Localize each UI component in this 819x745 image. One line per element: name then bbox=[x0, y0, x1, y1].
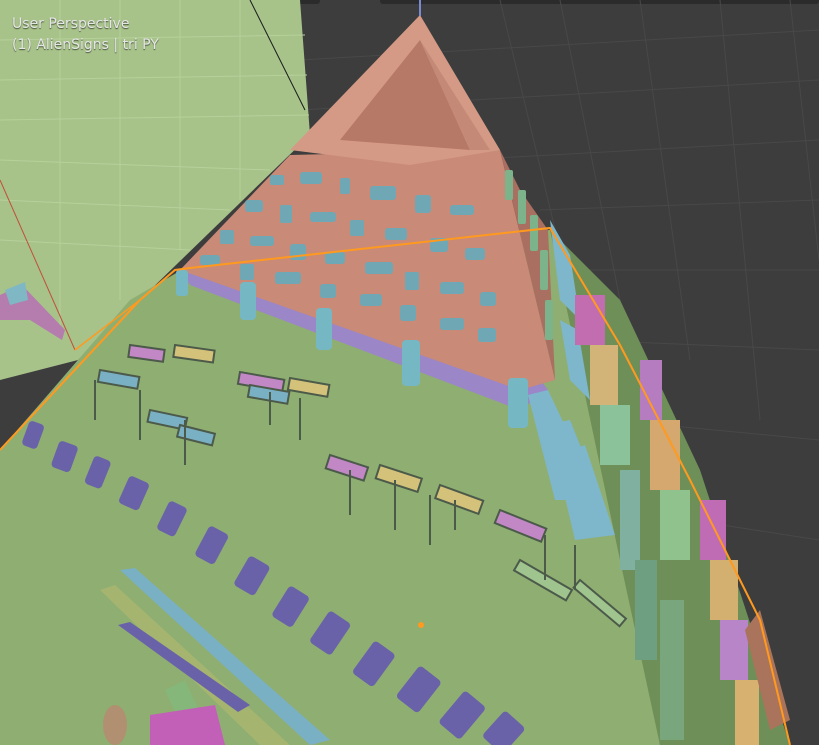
view-name-label: User Perspective bbox=[12, 16, 130, 32]
object-origin-dot bbox=[418, 622, 424, 628]
3d-scene-render[interactable] bbox=[0, 0, 819, 745]
viewport-hud: User Perspective (1) AlienSigns | tri PY bbox=[12, 14, 159, 56]
3d-viewport[interactable]: User Perspective (1) AlienSigns | tri PY bbox=[0, 0, 819, 745]
active-object-label: (1) AlienSigns | tri PY bbox=[12, 37, 159, 53]
